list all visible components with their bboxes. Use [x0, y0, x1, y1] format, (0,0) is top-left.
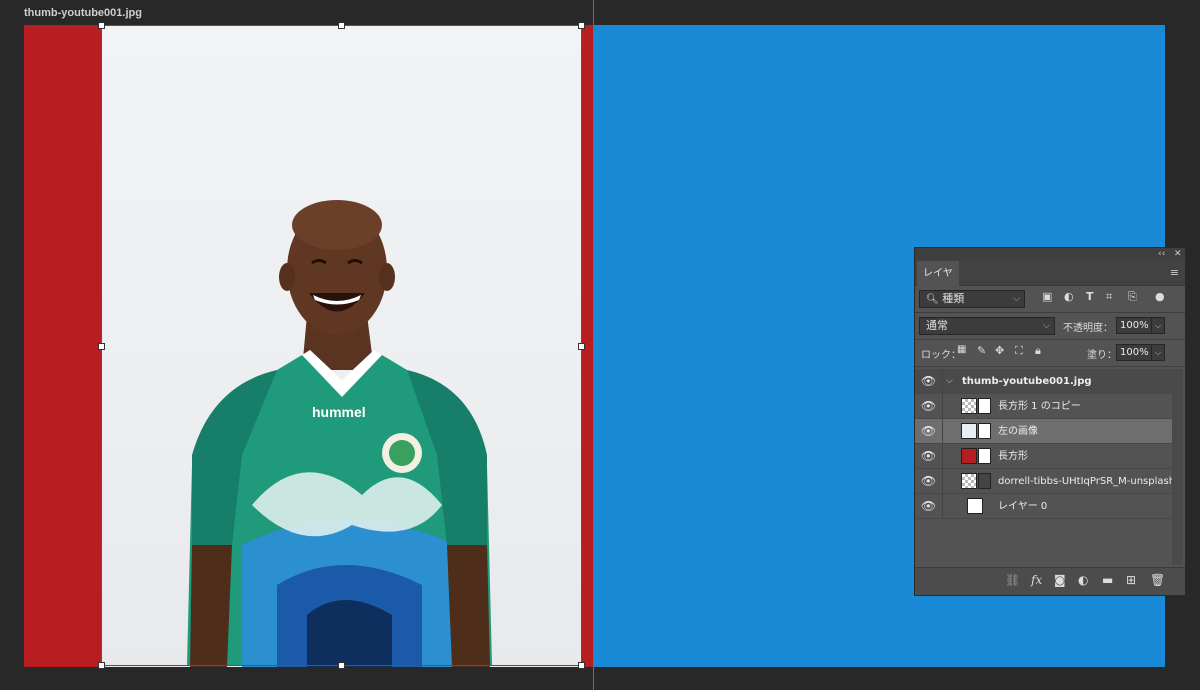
opacity-label: 不透明度：: [1063, 323, 1113, 334]
layer-thumbnail: [961, 398, 977, 414]
transform-handle[interactable]: [98, 662, 105, 669]
new-layer-icon[interactable]: ⊞: [1126, 573, 1136, 587]
layer-thumbnail: [961, 448, 977, 464]
eye-icon[interactable]: 👁︎: [915, 444, 943, 469]
vertical-guide[interactable]: [593, 0, 594, 690]
layer-thumbnail: [967, 498, 983, 514]
collapse-icon[interactable]: ‹‹: [1158, 248, 1165, 260]
pixel-filter-icon[interactable]: ▣: [1042, 290, 1052, 303]
layer-name: thumb-youtube001.jpg: [962, 376, 1092, 387]
lock-image-icon[interactable]: ✎: [977, 344, 986, 357]
transform-bounding-box[interactable]: [101, 25, 582, 666]
adjustment-filter-icon[interactable]: ◐: [1064, 290, 1074, 303]
document-title: thumb-youtube001.jpg: [24, 7, 142, 19]
chevron-down-icon: ⌵: [1013, 294, 1020, 304]
layer-name: 長方形 1 のコピー: [998, 401, 1081, 412]
vector-mask-thumbnail: [978, 448, 991, 464]
blend-mode-select[interactable]: 通常 ⌵: [919, 317, 1055, 335]
layer-name: 長方形: [998, 451, 1028, 462]
trash-icon[interactable]: 🗑︎: [1150, 573, 1165, 587]
panel-menu-icon[interactable]: ≡: [1170, 266, 1179, 279]
fill-dropdown-icon[interactable]: ⌵: [1151, 344, 1165, 361]
smart-object-thumbnail: [978, 473, 991, 489]
lock-artboard-icon[interactable]: ⛶: [1015, 344, 1023, 358]
folder-icon[interactable]: ▬: [1102, 573, 1113, 587]
filter-toggle-icon[interactable]: ●: [1155, 290, 1165, 303]
opacity-input[interactable]: 100%: [1116, 317, 1152, 334]
panel-tab-bar: レイヤー ≡: [915, 260, 1185, 304]
layer-row-selected[interactable]: 👁︎ 左の画像: [915, 419, 1173, 444]
vector-mask-thumbnail: [978, 398, 991, 414]
panel-footer: ⛓︎ fx ◙ ◐ ▬ ⊞ 🗑︎: [915, 567, 1185, 595]
opacity-dropdown-icon[interactable]: ⌵: [1151, 317, 1165, 334]
search-icon: 🔍︎: [926, 294, 939, 305]
layer-row[interactable]: 👁︎ dorrell-tibbs-UHtIqPrSR_M-unsplash: [915, 469, 1176, 494]
close-icon[interactable]: ✕: [1174, 248, 1182, 260]
fill-input[interactable]: 100%: [1116, 344, 1152, 361]
layer-thumbnail: [961, 423, 977, 439]
layer-name: dorrell-tibbs-UHtIqPrSR_M-unsplash: [998, 476, 1176, 487]
lock-label: ロック：: [921, 350, 961, 361]
type-filter-icon[interactable]: T: [1086, 290, 1094, 303]
transform-handle[interactable]: [338, 22, 345, 29]
eye-icon[interactable]: 👁︎: [915, 469, 943, 494]
filter-row: 🔍︎ 種類 ⌵ ▣ ◐ T ⌗ ⎘ ●: [915, 286, 1185, 312]
chevron-down-icon[interactable]: ⌵: [946, 369, 953, 394]
lock-transparent-icon[interactable]: ▦: [957, 344, 966, 355]
shape-filter-icon[interactable]: ⌗: [1106, 290, 1112, 304]
fx-icon[interactable]: fx: [1031, 573, 1042, 587]
filter-kind-label: 種類: [942, 292, 965, 305]
eye-icon[interactable]: 👁︎: [915, 494, 943, 519]
fill-label: 塗り：: [1087, 350, 1117, 361]
transform-handle[interactable]: [578, 343, 585, 350]
transform-handle[interactable]: [338, 662, 345, 669]
layer-name: 左の画像: [998, 426, 1038, 437]
eye-icon[interactable]: 👁︎: [915, 369, 943, 394]
layers-panel: ‹‹ ✕ レイヤー ≡ 🔍︎ 種類 ⌵ ▣ ◐ T ⌗ ⎘ ● 通常 ⌵ 不透明…: [914, 247, 1186, 596]
vector-mask-thumbnail: [978, 423, 991, 439]
layers-scrollbar[interactable]: [1172, 369, 1183, 565]
add-mask-icon[interactable]: ◙: [1054, 573, 1066, 587]
lock-all-icon[interactable]: 🔒︎: [1035, 344, 1041, 358]
eye-icon[interactable]: 👁︎: [915, 394, 943, 419]
blend-mode-label: 通常: [926, 319, 948, 332]
layer-name: レイヤー 0: [998, 501, 1048, 512]
smart-object-filter-icon[interactable]: ⎘: [1128, 290, 1137, 304]
layer-group-row[interactable]: 👁︎ ⌵ thumb-youtube001.jpg: [915, 369, 1173, 394]
adjustment-layer-icon[interactable]: ◐: [1078, 573, 1088, 587]
blend-opacity-row: 通常 ⌵ 不透明度： 100% ⌵: [915, 313, 1185, 339]
layers-list: 👁︎ ⌵ thumb-youtube001.jpg 👁︎ 長方形 1 のコピー …: [915, 369, 1176, 519]
layer-row[interactable]: 👁︎ レイヤー 0: [915, 494, 1173, 519]
link-layers-icon[interactable]: ⛓︎: [1005, 573, 1020, 587]
filter-kind-select[interactable]: 🔍︎ 種類 ⌵: [919, 290, 1025, 308]
eye-icon[interactable]: 👁︎: [915, 419, 943, 444]
lock-fill-row: ロック： ▦ ✎ ✥ ⛶ 🔒︎ 塗り： 100% ⌵: [915, 340, 1185, 366]
transform-handle[interactable]: [578, 662, 585, 669]
layer-thumbnail: [961, 473, 977, 489]
lock-position-icon[interactable]: ✥: [995, 344, 1004, 357]
layer-row[interactable]: 👁︎ 長方形 1 のコピー: [915, 394, 1173, 419]
layer-row[interactable]: 👁︎ 長方形: [915, 444, 1173, 469]
transform-handle[interactable]: [578, 22, 585, 29]
panel-title-bar[interactable]: ‹‹ ✕: [915, 248, 1185, 260]
transform-handle[interactable]: [98, 22, 105, 29]
chevron-down-icon: ⌵: [1043, 321, 1050, 331]
transform-handle[interactable]: [98, 343, 105, 350]
tab-layers[interactable]: レイヤー: [917, 261, 959, 304]
